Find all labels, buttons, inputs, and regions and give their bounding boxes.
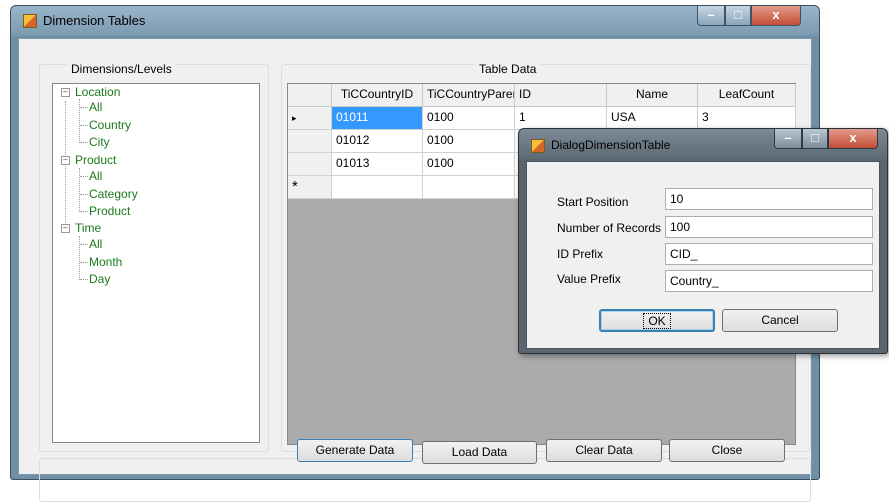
dimensions-tree[interactable]: – Location All Country City – Product Al… [52, 83, 260, 443]
value-prefix-label: Value Prefix [557, 272, 621, 286]
start-position-label: Start Position [557, 195, 629, 209]
tree-item-product[interactable]: Product [75, 153, 116, 167]
dialog-app-icon [531, 139, 545, 153]
tree-item-city[interactable]: City [89, 135, 110, 149]
table-cell[interactable]: 01012 [332, 130, 423, 153]
column-header[interactable]: ID [515, 84, 607, 107]
table-cell[interactable]: 3 [698, 107, 796, 130]
tree-item-location-all[interactable]: All [89, 100, 102, 114]
close-window-button[interactable]: x [751, 6, 801, 26]
value-prefix-field[interactable] [665, 270, 873, 292]
tree-item-time[interactable]: Time [75, 221, 101, 235]
tree-branch-line [79, 99, 80, 143]
column-header[interactable]: LeafCount [698, 84, 796, 107]
table-cell[interactable]: USA [607, 107, 698, 130]
table-cell-selected[interactable]: 01011 [332, 107, 423, 130]
close-button[interactable]: Close [669, 439, 785, 462]
tree-item-time-all[interactable]: All [89, 237, 102, 251]
tree-item-day[interactable]: Day [89, 272, 110, 286]
tree-branch-line [79, 168, 80, 212]
dialog-dimension-table: DialogDimensionTable – □ x Start Positio… [518, 128, 888, 354]
number-of-records-label: Number of Records [557, 221, 662, 235]
dialog-minimize-button[interactable]: – [774, 129, 802, 149]
id-prefix-label: ID Prefix [557, 247, 604, 261]
dialog-title-bar[interactable]: DialogDimensionTable – □ x [519, 129, 887, 159]
table-data-groupbox-title: Table Data [475, 62, 541, 76]
new-row-cell[interactable] [332, 176, 423, 199]
dialog-maximize-button[interactable]: □ [802, 129, 828, 149]
column-header[interactable]: Name [607, 84, 698, 107]
minimize-button[interactable]: – [697, 6, 725, 26]
row-header[interactable] [288, 130, 332, 153]
cancel-button[interactable]: Cancel [722, 309, 838, 332]
row-header[interactable] [288, 153, 332, 176]
collapse-toggle[interactable]: – [61, 88, 70, 97]
app-icon [23, 14, 37, 28]
dimensions-groupbox-title: Dimensions/Levels [67, 62, 176, 76]
tree-item-category[interactable]: Category [89, 187, 138, 201]
table-cell[interactable]: 0100 [423, 107, 515, 130]
id-prefix-field[interactable] [665, 243, 873, 265]
table-cell[interactable]: 0100 [423, 153, 515, 176]
number-of-records-field[interactable] [665, 216, 873, 238]
start-position-field[interactable] [665, 188, 873, 210]
tree-branch-line [79, 236, 80, 280]
tree-item-country[interactable]: Country [89, 118, 131, 132]
window-title: Dimension Tables [43, 13, 146, 28]
table-cell[interactable]: 01013 [332, 153, 423, 176]
tree-item-product-level[interactable]: Product [89, 204, 130, 218]
grid-corner-header[interactable] [288, 84, 332, 107]
tree-item-location[interactable]: Location [75, 85, 120, 99]
clear-data-button[interactable]: Clear Data [546, 439, 662, 462]
table-cell[interactable]: 0100 [423, 130, 515, 153]
collapse-toggle[interactable]: – [61, 224, 70, 233]
tree-item-month[interactable]: Month [89, 255, 122, 269]
tree-item-product-all[interactable]: All [89, 169, 102, 183]
maximize-button[interactable]: □ [725, 6, 751, 26]
column-header[interactable]: TiCCountryID [332, 84, 423, 107]
load-data-button[interactable]: Load Data [422, 441, 537, 464]
table-cell[interactable]: 1 [515, 107, 607, 130]
ok-button-label: OK [643, 313, 671, 329]
column-header[interactable]: TiCCountryParen [423, 84, 515, 107]
title-bar[interactable]: Dimension Tables – □ x [11, 6, 819, 36]
new-row-header[interactable]: * [288, 176, 332, 199]
generate-data-button[interactable]: Generate Data [297, 439, 413, 462]
dialog-title: DialogDimensionTable [551, 138, 671, 152]
collapse-toggle[interactable]: – [61, 156, 70, 165]
dialog-client-area: Start Position Number of Records ID Pref… [526, 161, 880, 349]
dialog-close-button[interactable]: x [828, 129, 878, 149]
row-header-current[interactable]: ▸ [288, 107, 332, 130]
ok-button[interactable]: OK [599, 309, 715, 332]
tree-root-line [65, 101, 66, 229]
actions-groupbox [39, 458, 811, 502]
new-row-cell[interactable] [423, 176, 515, 199]
